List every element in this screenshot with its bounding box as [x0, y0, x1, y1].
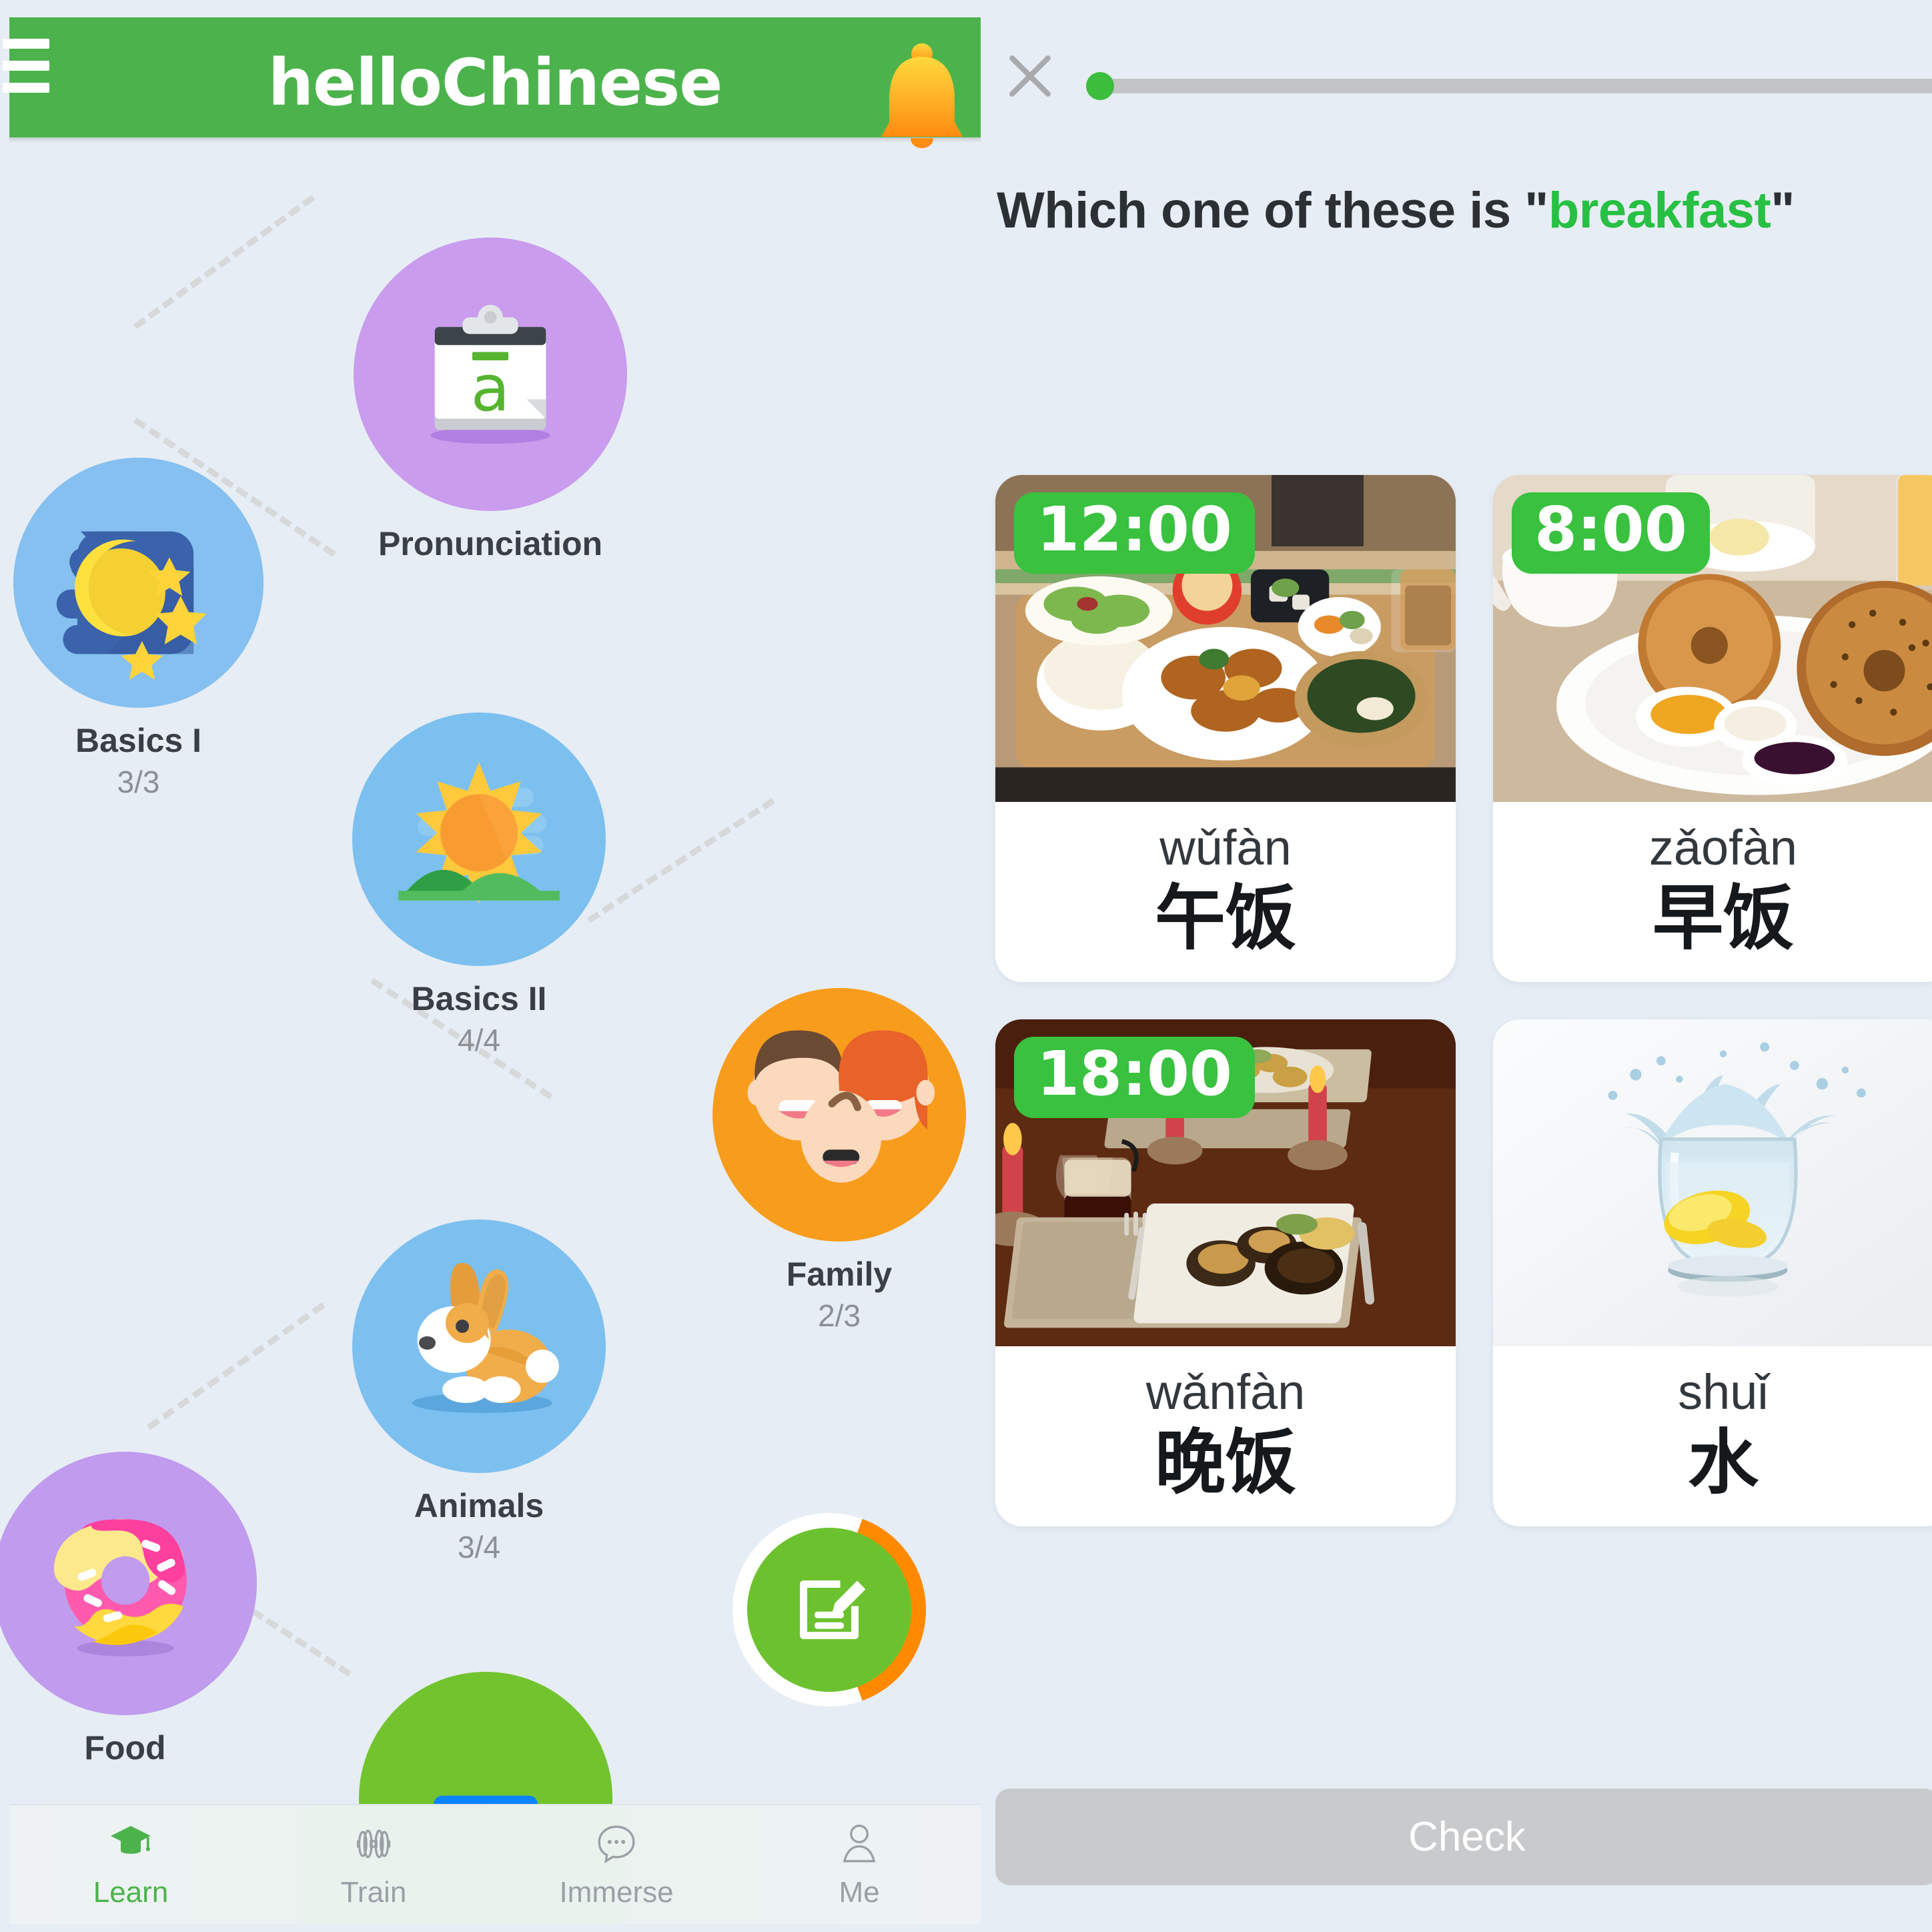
- course-node-label: Family: [786, 1256, 893, 1293]
- course-node-label: Basics I: [75, 722, 201, 759]
- next-lesson-icon-circle[interactable]: [359, 1672, 612, 1808]
- family-faces-icon: [747, 1030, 935, 1183]
- nav-label: Immerse: [559, 1876, 674, 1909]
- hamburger-icon[interactable]: [0, 24, 49, 97]
- lesson-question-screen: Which one of these is "breakfast" 12:00: [981, 0, 1932, 1932]
- bottom-navigation: Learn Train Immerse Me: [9, 1804, 981, 1924]
- answer-pinyin: wǔfàn: [1159, 819, 1292, 875]
- course-node-next-lesson[interactable]: [359, 1672, 612, 1808]
- rabbit-icon: [412, 1263, 559, 1413]
- answer-text: shuǐ 水: [1493, 1346, 1932, 1526]
- donut-icon: [53, 1518, 187, 1656]
- answer-card[interactable]: shuǐ 水: [1493, 1019, 1932, 1526]
- answer-hanzi: 晚饭: [1155, 1423, 1296, 1502]
- course-node-animals[interactable]: Animals 3/4: [352, 1220, 606, 1565]
- course-node-label: Pronunciation: [378, 525, 603, 562]
- answer-photo: 12:00: [995, 475, 1456, 802]
- course-node-progress: 3/3: [117, 765, 160, 799]
- course-node-progress: 3/4: [458, 1530, 500, 1564]
- animals-icon-circle[interactable]: [352, 1220, 606, 1473]
- fab-inner[interactable]: [747, 1528, 911, 1692]
- nav-label: Learn: [93, 1876, 169, 1909]
- answer-photo: 8:00: [1493, 475, 1932, 802]
- course-node-label: Animals: [414, 1487, 544, 1524]
- add-note-fab[interactable]: [733, 1513, 926, 1707]
- course-node-basics-2[interactable]: Basics II 4/4: [352, 712, 606, 1058]
- nav-label: Train: [340, 1876, 407, 1909]
- graduation-cap-icon: [111, 1826, 151, 1854]
- course-node-progress: 2/3: [818, 1298, 861, 1333]
- time-badge: 18:00: [1014, 1037, 1255, 1118]
- answer-text: wǎnfàn 晚饭: [995, 1346, 1456, 1526]
- lesson-progress-track: [1091, 79, 1932, 93]
- course-node-food[interactable]: Food: [0, 1452, 257, 1771]
- hellochinese-learn-screen: helloChinese a Pronunciation Basics I 3/…: [0, 0, 981, 1932]
- course-node-basics-1[interactable]: Basics I 3/3: [13, 458, 264, 800]
- dumbbell-icon: [356, 1829, 391, 1859]
- question-prompt: Which one of these is "breakfast": [997, 181, 1795, 239]
- question-highlight: breakfast: [1548, 182, 1771, 239]
- answer-text: zǎofàn 早饭: [1493, 802, 1932, 982]
- answer-hanzi: 午饭: [1155, 879, 1296, 958]
- answer-text: wǔfàn 午饭: [995, 802, 1456, 982]
- course-node-label: Food: [84, 1729, 166, 1767]
- connector-line: [587, 798, 775, 923]
- check-button[interactable]: Check: [995, 1789, 1932, 1885]
- basics-1-icon-circle[interactable]: [13, 458, 264, 708]
- course-node-progress: 4/4: [458, 1023, 500, 1057]
- answer-photo: 18:00: [995, 1019, 1456, 1346]
- nav-item-learn[interactable]: Learn: [9, 1805, 252, 1924]
- answer-pinyin: zǎofàn: [1648, 819, 1798, 875]
- speech-bubble-icon: [598, 1825, 635, 1864]
- answer-card[interactable]: 18:00 wǎnfàn 晚饭: [995, 1019, 1456, 1526]
- connector-line: [133, 195, 316, 330]
- time-badge: 12:00: [1014, 492, 1255, 574]
- nav-label: Me: [839, 1876, 880, 1909]
- check-button-label: Check: [1408, 1814, 1526, 1860]
- bell-icon[interactable]: [872, 37, 972, 163]
- answer-card[interactable]: 12:00 wǔfàn 午饭: [995, 475, 1456, 982]
- course-node-family[interactable]: Family 2/3: [712, 988, 966, 1334]
- question-prefix: Which one of these is ": [997, 182, 1548, 239]
- food-icon-circle[interactable]: [0, 1452, 257, 1715]
- connector-line: [147, 1302, 326, 1430]
- sunrise-icon: [398, 762, 560, 904]
- water-glass-splash-photo: [1493, 1019, 1932, 1346]
- nav-item-immerse[interactable]: Immerse: [495, 1805, 738, 1924]
- person-icon: [843, 1825, 876, 1863]
- lesson-top-bar: [981, 0, 1932, 153]
- answer-pinyin: wǎnfàn: [1145, 1364, 1306, 1420]
- answer-pinyin: shuǐ: [1678, 1364, 1769, 1420]
- question-suffix: ": [1771, 182, 1795, 239]
- nav-item-train[interactable]: Train: [252, 1805, 495, 1924]
- time-badge: 8:00: [1512, 492, 1710, 574]
- dual-phone-screenshot: helloChinese a Pronunciation Basics I 3/…: [0, 0, 1932, 1932]
- moon-stars-icon: [56, 531, 206, 680]
- pronunciation-icon-circle[interactable]: a: [354, 237, 627, 511]
- app-title: helloChinese: [268, 45, 723, 120]
- edit-document-icon: [800, 1580, 866, 1639]
- course-node-label: Basics II: [411, 980, 547, 1017]
- family-icon-circle[interactable]: [712, 988, 966, 1242]
- answer-photo: [1493, 1019, 1932, 1346]
- answer-hanzi: 早饭: [1652, 879, 1794, 958]
- svg-text:a: a: [471, 351, 510, 426]
- answer-options-grid: 12:00 wǔfàn 午饭 8:00 zǎofàn 早饭 18:00 wǎnf…: [995, 475, 1932, 1526]
- answer-hanzi: 水: [1688, 1423, 1759, 1502]
- answer-card[interactable]: 8:00 zǎofàn 早饭: [1493, 475, 1932, 982]
- app-header: helloChinese: [9, 17, 981, 143]
- close-x-icon[interactable]: [999, 45, 1061, 107]
- green-card-icon: [434, 1795, 538, 1808]
- course-node-pronunciation[interactable]: a Pronunciation: [354, 237, 627, 567]
- basics-2-icon-circle[interactable]: [352, 712, 606, 966]
- nav-item-me[interactable]: Me: [738, 1805, 981, 1924]
- lesson-progress-dot: [1086, 72, 1114, 100]
- clipboard-pinyin-icon: a: [430, 304, 550, 444]
